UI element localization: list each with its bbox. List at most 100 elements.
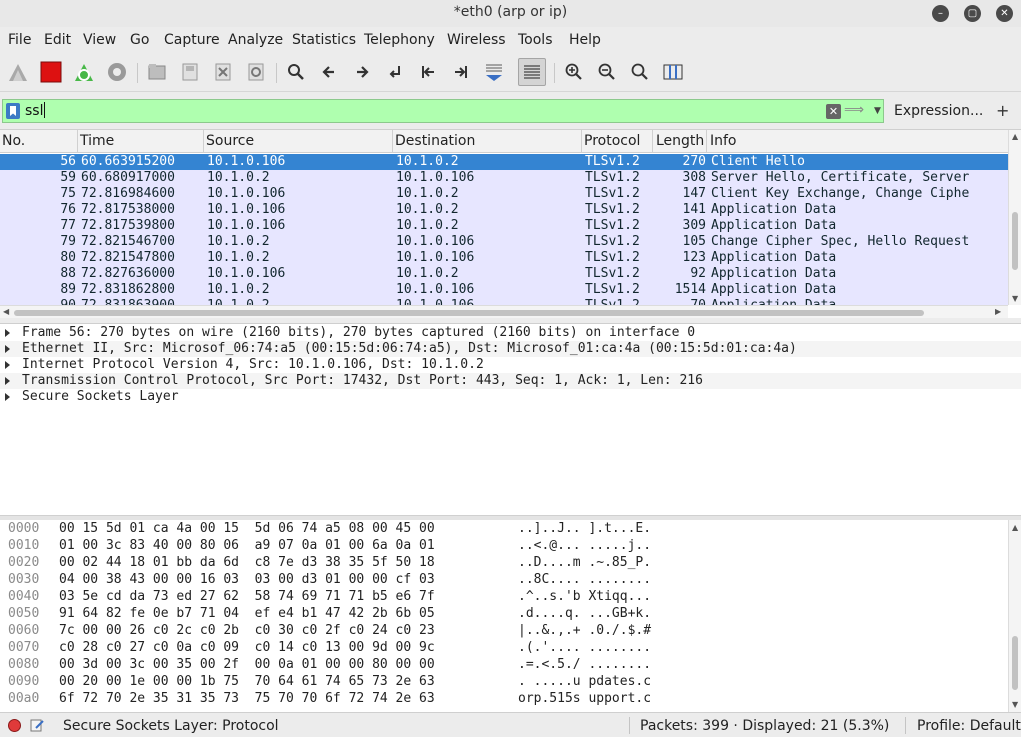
detail-row-ethernet[interactable]: Ethernet II, Src: Microsof_06:74:a5 (00:…: [0, 341, 1021, 357]
bytes-row[interactable]: 00a0 6f 72 70 2e 35 31 35 73 75 70 70 6f …: [0, 690, 1008, 707]
scrollbar-thumb[interactable]: [1012, 212, 1018, 270]
open-file-icon[interactable]: [143, 58, 171, 86]
menu-view[interactable]: View: [83, 32, 116, 48]
autoscroll-icon[interactable]: [480, 58, 508, 86]
packet-list-vertical-scrollbar[interactable]: ▲ ▼: [1008, 130, 1021, 305]
bytes-row[interactable]: 0000 00 15 5d 01 ca 4a 00 15 5d 06 74 a5 …: [0, 520, 1008, 537]
expression-button[interactable]: Expression...: [894, 103, 983, 119]
bytes-row[interactable]: 0090 00 20 00 1e 00 00 1b 75 70 64 61 74 …: [0, 673, 1008, 690]
menu-tools[interactable]: Tools: [518, 32, 553, 48]
menu-telephony[interactable]: Telephony: [364, 32, 435, 48]
go-to-packet-icon[interactable]: [381, 58, 409, 86]
packet-row[interactable]: 88 72.827636000 10.1.0.106 10.1.0.2 TLSv1.2 9…: [0, 266, 1008, 282]
scrollbar-thumb[interactable]: [1012, 636, 1018, 690]
menu-edit[interactable]: Edit: [44, 32, 71, 48]
packet-row[interactable]: 77 72.817539800 10.1.0.106 10.1.0.2 TLSv1.2 3…: [0, 218, 1008, 234]
bytes-row[interactable]: 0040 03 5e cd da 73 ed 27 62 58 74 69 71 …: [0, 588, 1008, 605]
find-packet-icon[interactable]: [282, 58, 310, 86]
packet-row[interactable]: 75 72.816984600 10.1.0.106 10.1.0.2 TLSv1.2 1…: [0, 186, 1008, 202]
menu-wireless[interactable]: Wireless: [447, 32, 506, 48]
bytes-row[interactable]: 0080 00 3d 00 3c 00 35 00 2f 00 0a 01 00 …: [0, 656, 1008, 673]
first-packet-icon[interactable]: [414, 58, 442, 86]
bytes-vertical-scrollbar[interactable]: ▲ ▼: [1008, 520, 1021, 712]
colorize-icon[interactable]: [518, 58, 546, 86]
expand-arrow-icon[interactable]: [5, 377, 10, 385]
maximize-icon[interactable]: ▢: [964, 5, 981, 22]
menu-go[interactable]: Go: [130, 32, 149, 48]
menu-file[interactable]: File: [8, 32, 31, 48]
detail-row-tcp[interactable]: Transmission Control Protocol, Src Port:…: [0, 373, 1021, 389]
bytes-offset: 0020: [8, 555, 40, 570]
bytes-row[interactable]: 0050 91 64 82 fe 0e b7 71 04 ef e4 b1 47 …: [0, 605, 1008, 622]
scroll-right-icon[interactable]: ▶: [995, 307, 1001, 316]
packet-row[interactable]: 89 72.831862800 10.1.0.2 10.1.0.106 TLSv1.2 1…: [0, 282, 1008, 298]
capture-comment-icon[interactable]: [30, 718, 44, 732]
bytes-offset: 0070: [8, 640, 40, 655]
scroll-up-icon[interactable]: ▲: [1012, 523, 1018, 532]
resize-columns-icon[interactable]: [659, 58, 687, 86]
shark-fin-start-icon[interactable]: [4, 58, 32, 86]
status-profile[interactable]: Profile: Default: [917, 718, 1021, 734]
zoom-normal-icon[interactable]: [626, 58, 654, 86]
column-protocol[interactable]: Protocol: [584, 133, 640, 149]
detail-row-ip[interactable]: Internet Protocol Version 4, Src: 10.1.0…: [0, 357, 1021, 373]
scrollbar-thumb[interactable]: [14, 310, 924, 316]
expand-arrow-icon[interactable]: [5, 361, 10, 369]
packet-cell-len: 123: [682, 250, 706, 265]
bytes-row[interactable]: 0060 7c 00 00 26 c0 2c c0 2b c0 30 c0 2f …: [0, 622, 1008, 639]
packet-row[interactable]: 80 72.821547800 10.1.0.2 10.1.0.106 TLSv1.2 1…: [0, 250, 1008, 266]
scroll-left-icon[interactable]: ◀: [3, 307, 9, 316]
expand-arrow-icon[interactable]: [5, 345, 10, 353]
display-filter-input[interactable]: ssl ✕ ⟹ ▼: [2, 99, 884, 123]
column-time[interactable]: Time: [80, 133, 114, 149]
go-back-icon[interactable]: [315, 58, 343, 86]
save-file-icon[interactable]: [176, 58, 204, 86]
menu-analyze[interactable]: Analyze: [228, 32, 283, 48]
expand-arrow-icon[interactable]: [5, 329, 10, 337]
column-destination[interactable]: Destination: [395, 133, 475, 149]
packet-row[interactable]: 56 60.663915200 10.1.0.106 10.1.0.2 TLSv1.2 2…: [0, 154, 1008, 170]
menu-capture[interactable]: Capture: [164, 32, 220, 48]
packet-row[interactable]: 59 60.680917000 10.1.0.2 10.1.0.106 TLSv1.2 3…: [0, 170, 1008, 186]
restart-capture-icon[interactable]: [70, 58, 98, 86]
bytes-row[interactable]: 0020 00 02 44 18 01 bb da 6d c8 7e d3 38 …: [0, 554, 1008, 571]
column-source[interactable]: Source: [206, 133, 254, 149]
reload-file-icon[interactable]: [242, 58, 270, 86]
bytes-row[interactable]: 0070 c0 28 c0 27 c0 0a c0 09 c0 14 c0 13 …: [0, 639, 1008, 656]
column-no[interactable]: No.: [2, 133, 25, 149]
chevron-down-icon[interactable]: ▼: [874, 104, 884, 119]
add-filter-button[interactable]: +: [996, 101, 1009, 120]
clear-filter-icon[interactable]: ✕: [826, 104, 841, 119]
expand-arrow-icon[interactable]: [5, 393, 10, 401]
detail-row-frame[interactable]: Frame 56: 270 bytes on wire (2160 bits),…: [0, 325, 1021, 341]
menu-statistics[interactable]: Statistics: [292, 32, 356, 48]
apply-filter-icon[interactable]: ⟹: [844, 103, 870, 119]
bytes-offset: 0090: [8, 674, 40, 689]
scroll-down-icon[interactable]: ▼: [1012, 700, 1018, 709]
expert-info-icon[interactable]: [8, 719, 21, 732]
packet-cell-time: 72.817538000: [81, 202, 175, 217]
capture-options-icon[interactable]: [103, 58, 131, 86]
scroll-up-icon[interactable]: ▲: [1012, 132, 1018, 141]
last-packet-icon[interactable]: [447, 58, 475, 86]
close-icon[interactable]: ✕: [996, 5, 1013, 22]
minimize-icon[interactable]: –: [932, 5, 949, 22]
column-length[interactable]: Length: [656, 133, 704, 149]
detail-row-ssl[interactable]: Secure Sockets Layer: [0, 389, 1021, 405]
bookmark-icon[interactable]: [6, 103, 20, 119]
zoom-out-icon[interactable]: [593, 58, 621, 86]
packet-row[interactable]: 90 72.831863900 10.1.0.2 10.1.0.106 TLSv1.27…: [0, 298, 1008, 305]
bytes-row[interactable]: 0030 04 00 38 43 00 00 16 03 03 00 d3 01 …: [0, 571, 1008, 588]
stop-capture-icon[interactable]: [37, 58, 65, 86]
menu-help[interactable]: Help: [569, 32, 601, 48]
scroll-down-icon[interactable]: ▼: [1012, 294, 1018, 303]
go-forward-icon[interactable]: [348, 58, 376, 86]
bytes-row[interactable]: 0010 01 00 3c 83 40 00 80 06 a9 07 0a 01 …: [0, 537, 1008, 554]
column-info[interactable]: Info: [710, 133, 737, 149]
close-file-icon[interactable]: [209, 58, 237, 86]
packet-cell-time: 72.821547800: [81, 250, 175, 265]
packet-row[interactable]: 76 72.817538000 10.1.0.106 10.1.0.2 TLSv1.2 1…: [0, 202, 1008, 218]
packet-list-horizontal-scrollbar[interactable]: ◀ ▶: [0, 305, 1008, 318]
zoom-in-icon[interactable]: [560, 58, 588, 86]
packet-row[interactable]: 79 72.821546700 10.1.0.2 10.1.0.106 TLSv1.2 1…: [0, 234, 1008, 250]
